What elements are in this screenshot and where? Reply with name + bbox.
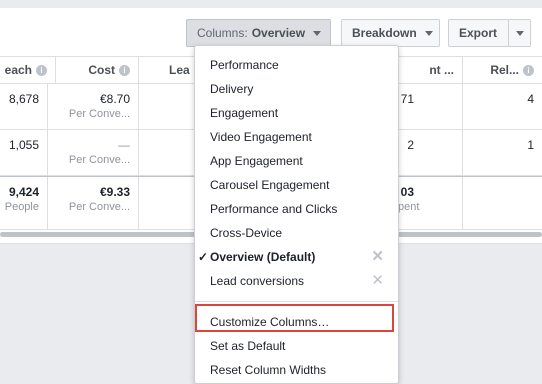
menu-item-delivery[interactable]: Delivery — [195, 77, 398, 101]
menu-item-overview-default[interactable]: ✓ Overview (Default) ✕ — [195, 245, 398, 269]
export-options-button[interactable] — [508, 19, 531, 47]
columns-value: Overview — [251, 26, 306, 40]
menu-item-engagement[interactable]: Engagement — [195, 101, 398, 125]
reach-value: 8,678 — [8, 92, 39, 106]
header-relevance[interactable]: Rel... i — [463, 57, 542, 83]
menu-item-carousel-engagement[interactable]: Carousel Engagement — [195, 173, 398, 197]
top-strip — [0, 0, 542, 8]
amount-value: 71 — [400, 92, 414, 106]
close-icon[interactable]: ✕ — [371, 245, 384, 269]
columns-label: Columns: — [197, 26, 248, 40]
menu-item-performance-and-clicks[interactable]: Performance and Clicks — [195, 197, 398, 221]
info-icon: i — [36, 64, 47, 76]
export-label: Export — [459, 26, 498, 40]
chevron-down-icon — [515, 30, 524, 36]
columns-dropdown-button[interactable]: Columns: Overview — [186, 19, 331, 47]
header-cost[interactable]: Cost i — [56, 57, 139, 83]
menu-item-cross-device[interactable]: Cross-Device — [195, 221, 398, 245]
cost-value: — — [118, 138, 130, 152]
chevron-down-icon — [424, 30, 433, 36]
close-icon[interactable]: ✕ — [371, 269, 384, 293]
menu-item-performance[interactable]: Performance — [195, 53, 398, 77]
menu-item-video-engagement[interactable]: Video Engagement — [195, 125, 398, 149]
amount-total-subtext: pent — [398, 201, 420, 213]
amount-total: 03 — [400, 185, 414, 199]
check-icon: ✓ — [198, 250, 209, 264]
cost-total-subtext: Per Conve... — [68, 201, 130, 213]
customize-columns-highlight — [195, 304, 394, 332]
cost-subtext: Per Conve... — [68, 108, 130, 120]
breakdown-label: Breakdown — [352, 26, 417, 40]
info-icon: i — [523, 64, 534, 76]
relevance-value: 1 — [527, 138, 534, 152]
cost-subtext: Per Conve... — [68, 154, 130, 166]
menu-divider — [195, 301, 398, 302]
amount-value: 2 — [407, 138, 414, 152]
header-reach[interactable]: each i — [0, 57, 56, 83]
reach-total: 9,424 — [8, 185, 39, 199]
cost-value: €8.70 — [99, 92, 130, 106]
reach-value: 1,055 — [8, 138, 39, 152]
menu-item-lead-conversions[interactable]: Lead conversions ✕ — [195, 269, 398, 293]
export-button[interactable]: Export — [448, 19, 509, 47]
menu-item-reset-column-widths[interactable]: Reset Column Widths — [195, 358, 398, 382]
header-leads[interactable]: Lea — [139, 57, 195, 83]
relevance-value: 4 — [527, 92, 534, 106]
menu-item-set-as-default[interactable]: Set as Default — [195, 334, 398, 358]
menu-item-app-engagement[interactable]: App Engagement — [195, 149, 398, 173]
chevron-down-icon — [313, 30, 322, 36]
columns-menu: Performance Delivery Engagement Video En… — [194, 45, 399, 384]
cost-total: €9.33 — [99, 185, 130, 199]
reach-total-subtext: People — [4, 201, 39, 213]
info-icon: i — [119, 64, 130, 76]
breakdown-button[interactable]: Breakdown — [341, 19, 440, 47]
header-amount-spent[interactable]: nt ... — [398, 57, 463, 83]
